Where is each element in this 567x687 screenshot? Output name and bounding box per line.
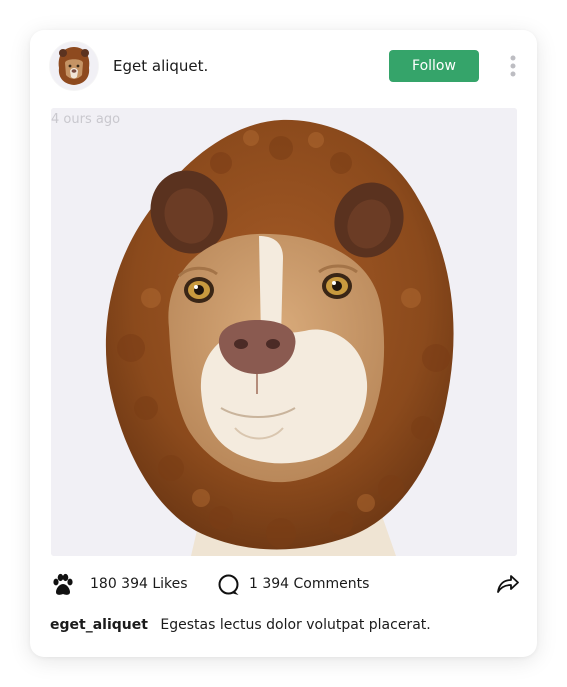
post-timestamp: 4 ours ago (51, 112, 121, 127)
post-stats: 180 394 Likes 1 394 Comments (50, 570, 520, 600)
paw-icon[interactable] (50, 572, 76, 598)
username[interactable]: Eget aliquet. (113, 57, 208, 75)
comment-icon[interactable] (217, 573, 241, 597)
post-card: Eget aliquet. Follow 4 ours ago 180 394 … (30, 30, 537, 657)
share-button[interactable] (495, 572, 521, 596)
share-icon (497, 575, 519, 593)
comments-count[interactable]: 1 394 Comments (249, 576, 369, 592)
more-options-button[interactable] (505, 52, 521, 80)
likes-count[interactable]: 180 394 Likes (90, 576, 188, 592)
follow-button[interactable]: Follow (389, 50, 479, 82)
post-caption: eget_aliquet Egestas lectus dolor volutp… (50, 617, 431, 633)
avatar-dog-icon (50, 42, 98, 90)
dog-in-lion-hood-image (51, 108, 517, 556)
post-image[interactable]: 4 ours ago (51, 108, 517, 556)
avatar[interactable] (50, 42, 98, 90)
post-header: Eget aliquet. Follow (50, 42, 520, 92)
more-vertical-icon (510, 55, 516, 77)
caption-username[interactable]: eget_aliquet (50, 617, 148, 633)
caption-text: Egestas lectus dolor volutpat placerat. (160, 617, 431, 633)
